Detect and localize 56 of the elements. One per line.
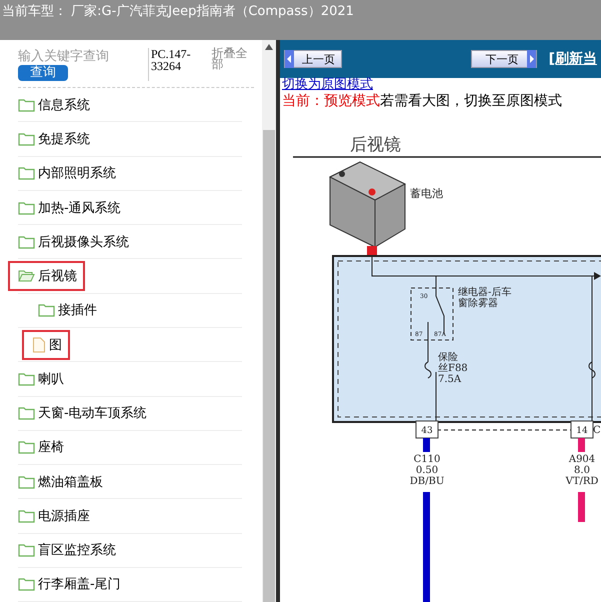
tree-item[interactable]: 盲区监控系统 <box>10 537 122 564</box>
pin-number: 14 <box>576 426 588 436</box>
tree-item[interactable]: 信息系统 <box>10 92 96 118</box>
search-button[interactable]: 查询 <box>18 65 68 81</box>
scroll-up-icon[interactable] <box>265 44 273 50</box>
folder-icon <box>18 166 35 180</box>
connector-pin <box>570 420 594 438</box>
folder-icon <box>18 474 35 489</box>
tree-item[interactable]: 接插件 <box>30 297 103 324</box>
tree-item[interactable]: 天窗-电动车顶系统 <box>10 400 153 426</box>
open-folder-icon <box>18 269 35 284</box>
connector-label: C <box>593 425 601 436</box>
collapse-all-link[interactable]: 折叠全部 <box>211 48 254 88</box>
battery-label: 蓄电池 <box>410 187 443 200</box>
relay-outline <box>410 288 454 340</box>
wire-label: A904 8.0 VT/RD <box>566 454 598 487</box>
previous-page-button[interactable]: 上一页 <box>284 50 342 68</box>
folder-icon <box>18 132 35 146</box>
tree-item[interactable]: 内部照明系统 <box>10 160 122 186</box>
folder-icon <box>18 577 35 592</box>
connector-pin <box>416 420 438 438</box>
folder-icon <box>18 98 35 112</box>
folder-icon <box>18 543 35 558</box>
folder-icon <box>18 508 35 523</box>
tree-item[interactable]: 燃油箱盖板 <box>10 468 109 495</box>
wire <box>423 438 430 452</box>
tree-item[interactable]: 免提系统 <box>10 126 96 152</box>
folder-icon <box>18 372 35 386</box>
wire <box>578 492 585 522</box>
diagram-title: 后视镜 <box>350 135 401 155</box>
tree-item[interactable]: 电源插座 <box>10 502 96 529</box>
folder-icon <box>18 406 35 420</box>
tree-item[interactable]: 后视摄像头系统 <box>10 228 135 255</box>
tree-item[interactable]: 座椅 <box>10 434 70 460</box>
original-mode-link[interactable]: 切换为原图模式 <box>282 78 601 92</box>
wire <box>578 438 585 452</box>
refresh-link[interactable]: [刷新当 <box>548 50 597 68</box>
folder-icon <box>18 200 35 215</box>
vehicle-title: 当前车型： 厂家:G-广汽菲克Jeep指南者（Compass）2021 <box>1 3 355 20</box>
tree-item[interactable]: 喇叭 <box>10 366 70 392</box>
relay-label: 继电器-后车 窗除雾器 <box>458 287 512 309</box>
tree-item[interactable]: 加热-通风系统 <box>10 194 127 221</box>
fuse-label: 保险 丝F88 7.5A <box>438 352 468 385</box>
tree-item[interactable]: 后视镜 <box>10 263 83 290</box>
folder-icon <box>38 303 55 318</box>
document-code: PC.147-33264 <box>148 48 202 81</box>
tree-item[interactable]: 图 <box>24 332 68 358</box>
folder-icon <box>18 234 35 249</box>
document-icon <box>32 336 46 353</box>
next-page-button[interactable]: 下一页 <box>470 50 537 68</box>
pin-number: 43 <box>421 426 433 436</box>
folder-icon <box>18 440 35 454</box>
tree-item[interactable]: 行李厢盖-尾门 <box>10 571 127 598</box>
mode-status-text: 当前：预览模式若需看大图，切换至原图模式 <box>282 92 563 110</box>
wire-label: C110 0.50 DB/BU <box>410 454 444 487</box>
scrollbar[interactable] <box>262 40 276 602</box>
